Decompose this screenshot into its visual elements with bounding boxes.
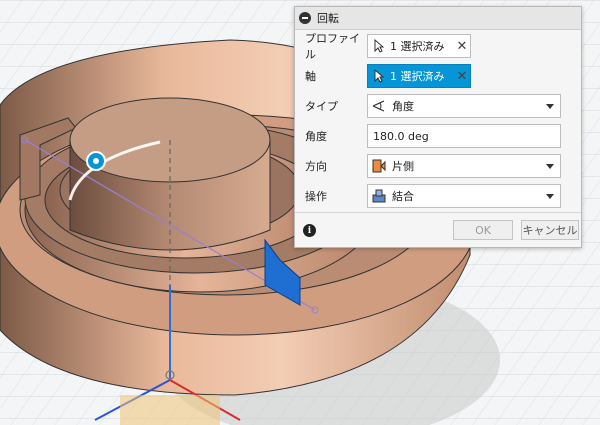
- info-icon[interactable]: i: [303, 224, 316, 237]
- axis-row: 軸 1 選択済み ✕: [295, 63, 581, 89]
- type-label: タイプ: [305, 100, 338, 113]
- axis-clear-x-icon[interactable]: ✕: [455, 69, 469, 84]
- direction-label: 方向: [305, 160, 327, 173]
- join-icon: [372, 189, 386, 203]
- pointer-arrow-icon: [374, 39, 384, 53]
- dialog-footer: i OK キャンセル: [295, 212, 581, 247]
- ok-button[interactable]: OK: [453, 220, 513, 240]
- type-value: 角度: [392, 100, 414, 113]
- profile-select-value: 1 選択済み: [390, 40, 445, 53]
- angle-icon: [372, 100, 385, 112]
- axis-label: 軸: [305, 70, 316, 83]
- operation-value: 結合: [392, 190, 414, 203]
- revolve-dialog: 回転 プロファイル 1 選択済み ✕ 軸 1 選択済み ✕ タイプ 角度 角度 …: [294, 6, 582, 248]
- type-dropdown[interactable]: 角度: [367, 94, 561, 118]
- operation-label: 操作: [305, 190, 327, 203]
- type-row: タイプ 角度: [295, 93, 581, 119]
- profile-label: プロファイル: [305, 32, 360, 61]
- angle-row: 角度: [295, 123, 581, 149]
- dialog-title-bar[interactable]: 回転: [295, 7, 581, 30]
- pointer-arrow-icon: [374, 69, 384, 83]
- direction-value: 片側: [392, 160, 414, 173]
- chevron-down-icon: [546, 194, 554, 199]
- minus-circle-icon[interactable]: [299, 12, 311, 24]
- dialog-title: 回転: [317, 12, 339, 25]
- profile-row: プロファイル 1 選択済み ✕: [295, 32, 581, 61]
- angle-label: 角度: [305, 130, 327, 143]
- one-side-icon: [372, 159, 386, 173]
- direction-dropdown[interactable]: 片側: [367, 154, 561, 178]
- chevron-down-icon: [546, 104, 554, 109]
- profile-clear-x-icon[interactable]: ✕: [455, 39, 469, 54]
- direction-row: 方向 片側: [295, 153, 581, 179]
- axis-select-value: 1 選択済み: [390, 70, 445, 83]
- angle-input[interactable]: [367, 124, 561, 148]
- operation-dropdown[interactable]: 結合: [367, 184, 561, 208]
- chevron-down-icon: [546, 164, 554, 169]
- operation-row: 操作 結合: [295, 183, 581, 209]
- cancel-button[interactable]: キャンセル: [521, 220, 579, 240]
